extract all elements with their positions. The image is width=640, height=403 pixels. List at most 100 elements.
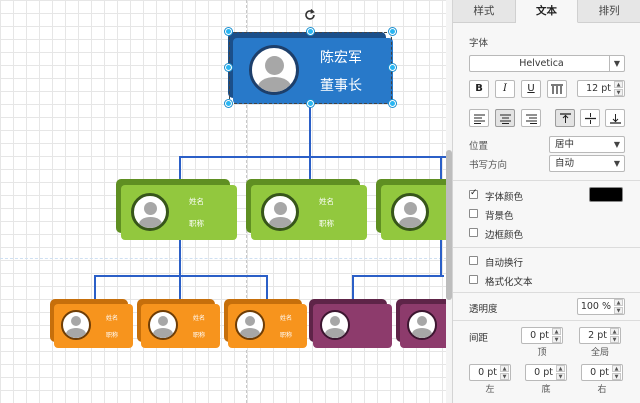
connector-level1-bar[interactable] <box>179 156 446 158</box>
formatted-text-checkbox[interactable] <box>469 275 478 284</box>
font-section-title: 字体 <box>469 38 489 49</box>
border-color-checkbox[interactable] <box>469 228 478 237</box>
staff-5-avatar <box>407 310 437 340</box>
staff-node-1[interactable]: 姓名 职称 <box>50 299 134 349</box>
italic-button[interactable]: I <box>495 80 515 98</box>
connector-to-manager-3[interactable] <box>440 156 442 180</box>
divider <box>453 292 640 293</box>
align-right-button[interactable] <box>521 109 541 127</box>
align-bottom-icon <box>610 114 621 124</box>
resize-handle-nw[interactable] <box>225 28 232 35</box>
spacing-right-down-icon[interactable]: ▼ <box>612 373 621 380</box>
manager-node-2[interactable]: 姓名 职称 <box>246 179 368 241</box>
spacing-right-up-icon[interactable]: ▲ <box>612 365 621 372</box>
staff-3-name: 姓名 <box>280 315 293 322</box>
vertical-text-button[interactable] <box>547 80 567 98</box>
staff-node-3[interactable]: 姓名 职称 <box>224 299 308 349</box>
connector-ceo-down[interactable] <box>309 104 311 158</box>
manager-2-name: 姓名 <box>319 197 334 206</box>
connector-level2-bar-left[interactable] <box>94 275 268 277</box>
manager-node-3[interactable] <box>376 179 452 241</box>
direction-select[interactable]: 自动 ▼ <box>549 155 625 172</box>
spacing-bottom-up-icon[interactable]: ▲ <box>556 365 565 372</box>
font-size-up-icon[interactable]: ▲ <box>614 81 623 88</box>
connector-to-staff-4[interactable] <box>352 275 354 299</box>
spacing-global-down-icon[interactable]: ▼ <box>610 336 619 343</box>
connector-to-staff-3[interactable] <box>266 275 268 299</box>
staff-4-avatar <box>320 310 350 340</box>
diagram-canvas[interactable]: 陈宏军 董事长 姓名 职称 姓名 职称 姓名 职称 姓名 职称 姓名 职称 <box>0 0 452 403</box>
bold-button[interactable]: B <box>469 80 489 98</box>
font-color-swatch[interactable] <box>589 187 623 202</box>
staff-1-avatar <box>61 310 91 340</box>
align-bottom-button[interactable] <box>605 109 625 127</box>
spacing-top-up-icon[interactable]: ▲ <box>552 328 561 335</box>
connector-level2-bar-right[interactable] <box>352 275 444 277</box>
divider <box>453 180 640 181</box>
staff-node-4[interactable] <box>309 299 393 349</box>
tab-arrange[interactable]: 排列 <box>578 0 640 23</box>
staff-3-title: 职称 <box>280 332 293 339</box>
opacity-up-icon[interactable]: ▲ <box>614 299 623 306</box>
spacing-left-down-icon[interactable]: ▼ <box>500 373 509 380</box>
background-color-checkbox[interactable] <box>469 209 478 218</box>
staff-2-title: 职称 <box>193 332 206 339</box>
font-family-value: Helvetica <box>519 58 564 69</box>
font-family-select[interactable]: Helvetica ▼ <box>469 55 625 72</box>
connector-manager-1-down[interactable] <box>179 240 181 276</box>
connector-to-manager-1[interactable] <box>179 156 181 180</box>
staff-3-avatar <box>235 310 265 340</box>
spacing-top-caption: 顶 <box>537 348 547 358</box>
opacity-down-icon[interactable]: ▼ <box>614 307 623 314</box>
font-size-down-icon[interactable]: ▼ <box>614 89 623 96</box>
manager-node-1[interactable]: 姓名 职称 <box>116 179 238 241</box>
staff-node-2[interactable]: 姓名 职称 <box>137 299 221 349</box>
spacing-top-down-icon[interactable]: ▼ <box>552 336 561 343</box>
align-center-button[interactable] <box>495 109 515 127</box>
spacing-bottom-down-icon[interactable]: ▼ <box>556 373 565 380</box>
resize-handle-n[interactable] <box>307 28 314 35</box>
resize-handle-ne[interactable] <box>389 28 396 35</box>
spacing-bottom-input[interactable]: 0 pt ▲ ▼ <box>525 364 567 381</box>
selection-box[interactable] <box>229 32 392 104</box>
word-wrap-label: 自动换行 <box>485 258 524 269</box>
manager-1-name: 姓名 <box>189 197 204 206</box>
manager-3-avatar <box>391 193 429 231</box>
spacing-left-input[interactable]: 0 pt ▲ ▼ <box>469 364 511 381</box>
opacity-input[interactable]: 100 % ▲ ▼ <box>577 298 625 315</box>
word-wrap-checkbox[interactable] <box>469 256 478 265</box>
resize-handle-e[interactable] <box>389 64 396 71</box>
format-panel: 样式 文本 排列 字体 Helvetica ▼ B I U 12 pt ▲ ▼ <box>452 0 640 403</box>
resize-handle-w[interactable] <box>225 64 232 71</box>
connector-to-staff-2[interactable] <box>179 275 181 299</box>
tab-text[interactable]: 文本 <box>515 0 579 23</box>
spacing-global-input[interactable]: 2 pt ▲ ▼ <box>579 327 621 344</box>
chevron-down-icon: ▼ <box>613 159 620 168</box>
staff-1-title: 职称 <box>106 332 119 339</box>
tab-style[interactable]: 样式 <box>453 0 516 23</box>
panel-tabs: 样式 文本 排列 <box>453 0 640 23</box>
align-middle-button[interactable] <box>580 109 600 127</box>
divider <box>453 247 640 248</box>
connector-manager-3-down[interactable] <box>440 240 442 276</box>
staff-node-5[interactable] <box>396 299 452 349</box>
position-select[interactable]: 居中 ▼ <box>549 136 625 153</box>
font-size-input[interactable]: 12 pt ▲ ▼ <box>577 80 625 97</box>
font-color-label: 字体颜色 <box>485 192 524 203</box>
resize-handle-s[interactable] <box>307 100 314 107</box>
font-color-checkbox[interactable] <box>469 188 478 199</box>
spacing-global-up-icon[interactable]: ▲ <box>610 328 619 335</box>
spacing-right-input[interactable]: 0 pt ▲ ▼ <box>581 364 623 381</box>
connector-to-staff-1[interactable] <box>94 275 96 299</box>
align-left-button[interactable] <box>469 109 489 127</box>
rotate-icon[interactable] <box>303 8 317 22</box>
spacing-top-input[interactable]: 0 pt ▲ ▼ <box>521 327 563 344</box>
resize-handle-se[interactable] <box>389 100 396 107</box>
underline-button[interactable]: U <box>521 80 541 98</box>
manager-2-title: 职称 <box>319 219 334 228</box>
align-top-button[interactable] <box>555 109 575 127</box>
horizontal-guide-line <box>0 258 452 259</box>
connector-to-manager-2[interactable] <box>309 156 311 180</box>
resize-handle-sw[interactable] <box>225 100 232 107</box>
spacing-left-up-icon[interactable]: ▲ <box>500 365 509 372</box>
